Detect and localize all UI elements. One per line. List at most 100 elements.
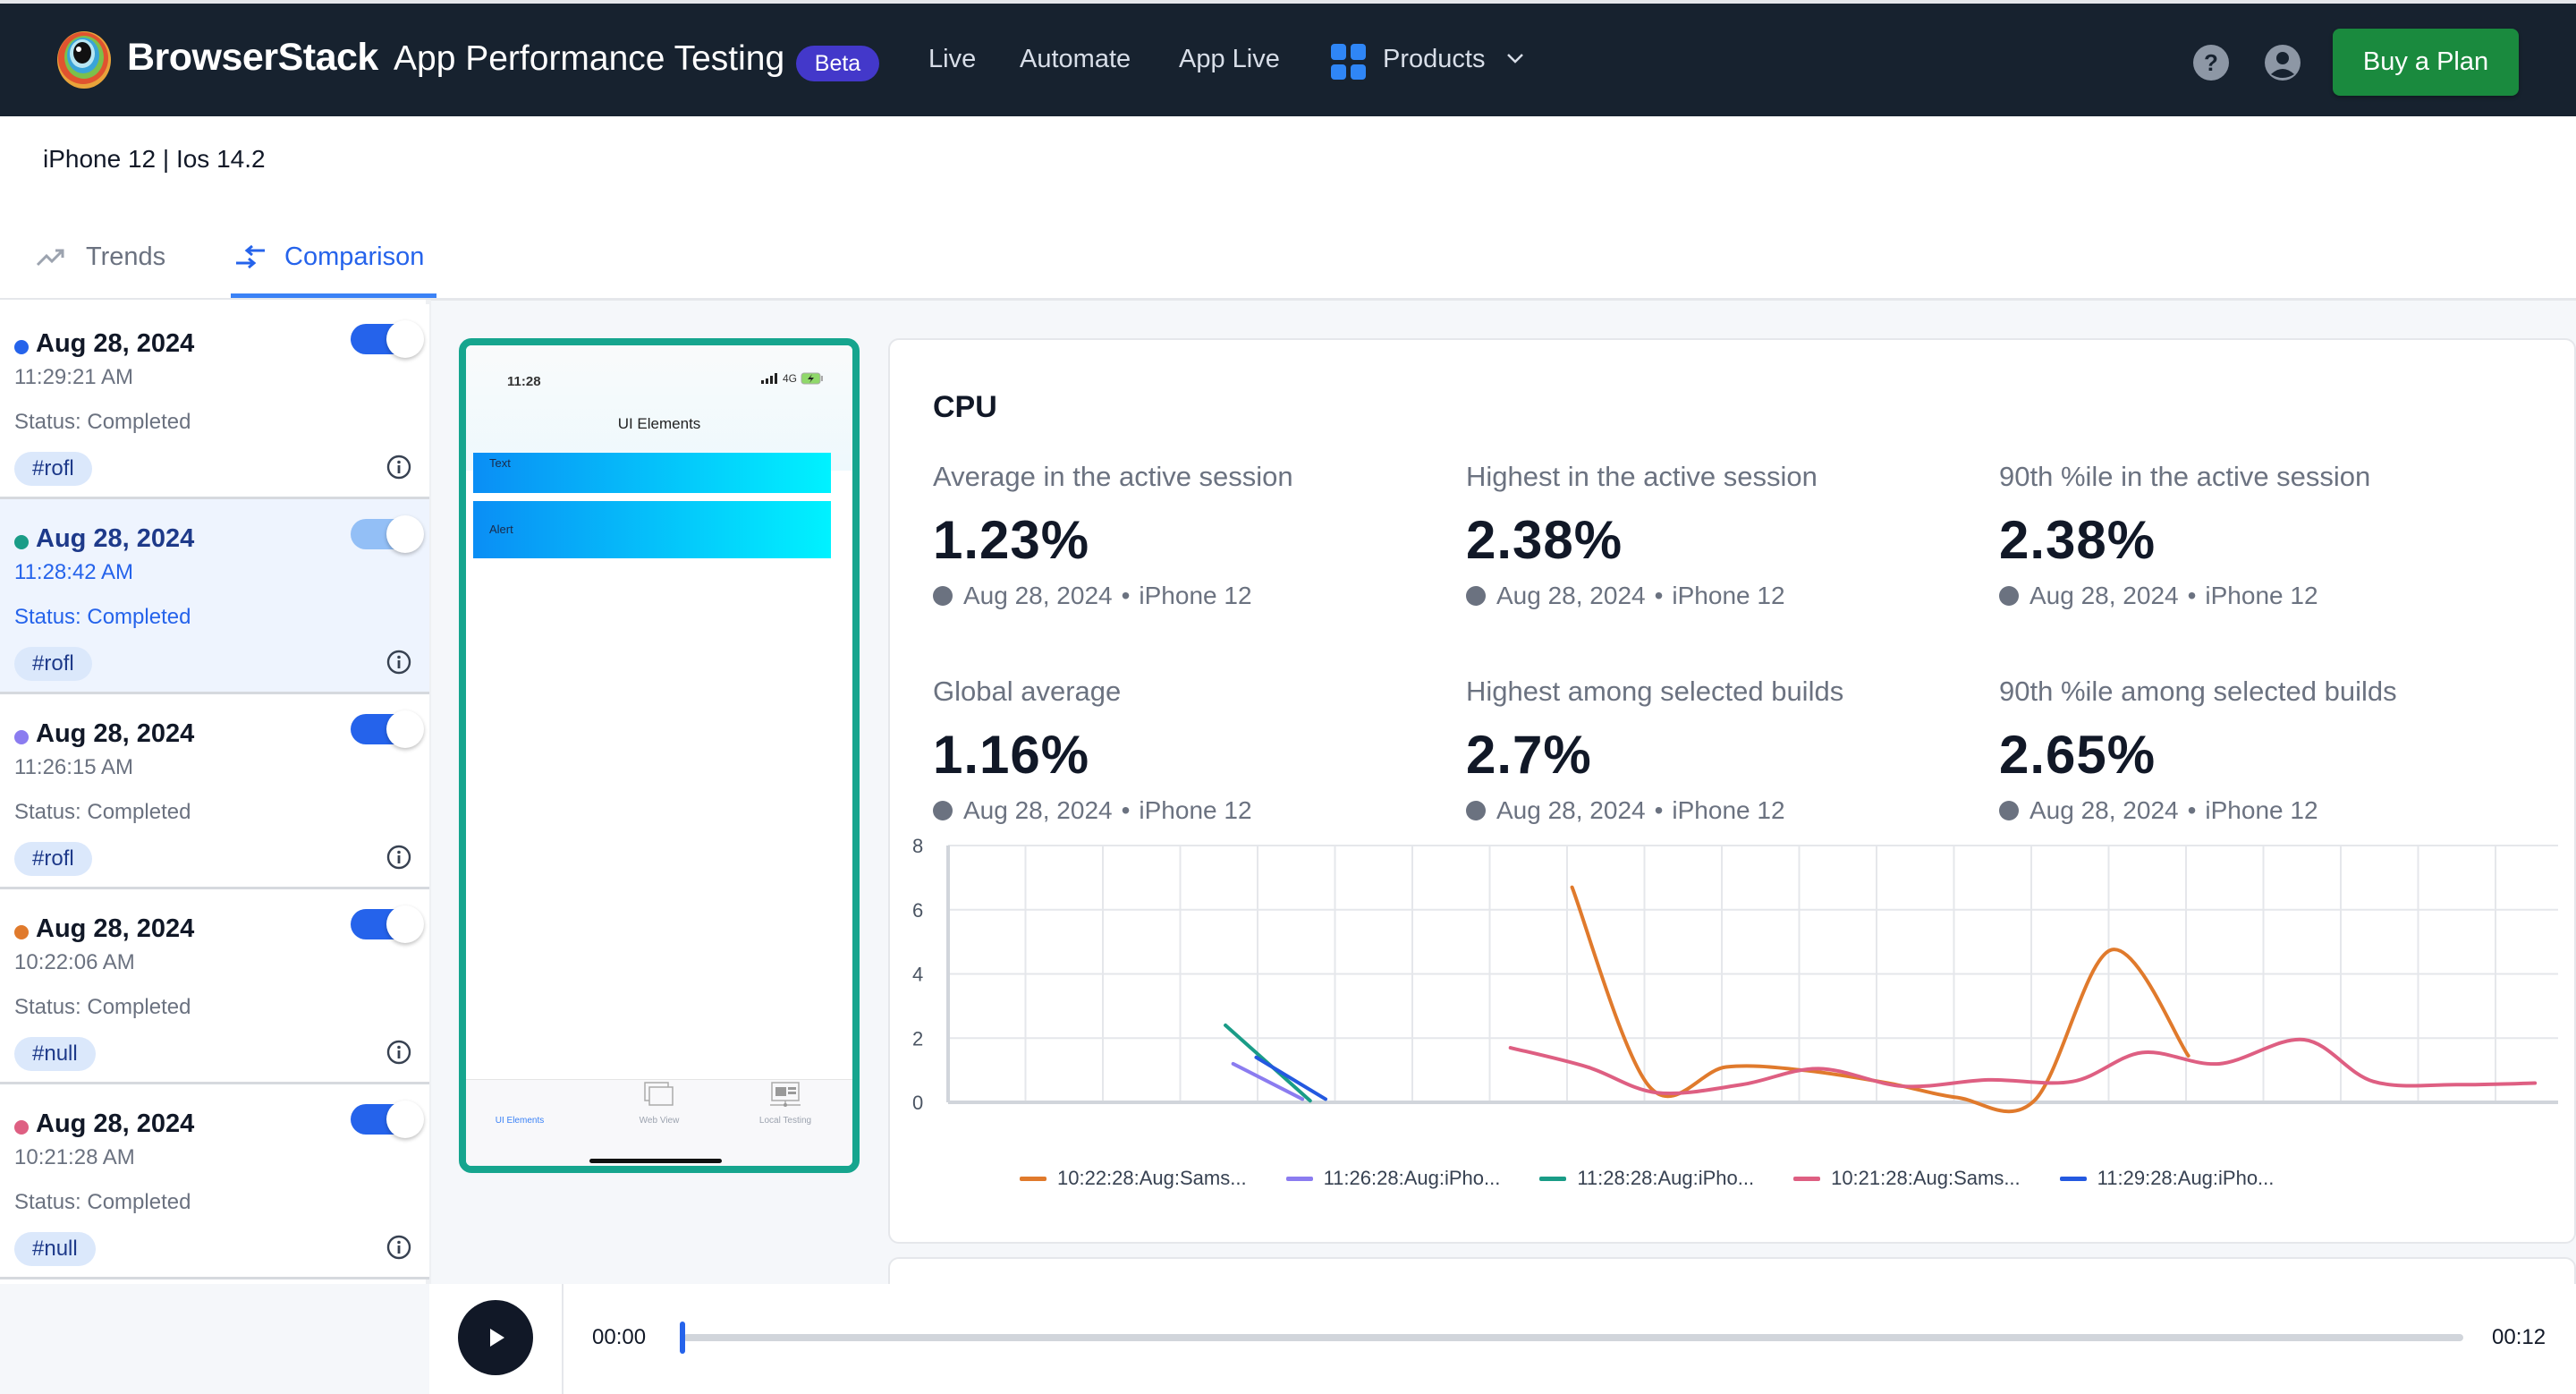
stat-value: 2.38% [1466, 510, 1623, 570]
series-line[interactable] [1508, 1037, 2538, 1095]
build-visibility-toggle[interactable] [351, 515, 424, 553]
meta-separator: • [1654, 582, 1664, 609]
y-tick-label: 0 [912, 1092, 923, 1114]
stat-date: Aug 28, 2024 [2029, 796, 2179, 824]
legend-item[interactable]: 10:21:28:Aug:Sams... [1793, 1167, 2021, 1190]
legend-item[interactable]: 11:28:28:Aug:iPho... [1539, 1167, 1754, 1190]
web-view-icon [644, 1082, 674, 1106]
cpu-line-chart: 0 2 4 6 8 [912, 835, 2558, 1114]
info-icon[interactable] [386, 845, 411, 870]
nav-live[interactable]: Live [928, 45, 976, 74]
y-tick-label: 6 [912, 899, 923, 922]
nav-app-live[interactable]: App Live [1179, 45, 1280, 74]
legend-swatch [1285, 1176, 1313, 1181]
stat-value: 1.23% [933, 510, 1090, 570]
stat-dot [1466, 801, 1486, 820]
brand-name[interactable]: BrowserStack [127, 36, 378, 80]
stat-date: Aug 28, 2024 [1496, 796, 1646, 824]
y-tick-label: 2 [912, 1027, 923, 1050]
stat-date: Aug 28, 2024 [2029, 582, 2179, 609]
info-icon[interactable] [386, 455, 411, 480]
build-date: Aug 28, 2024 [36, 719, 195, 748]
legend-label: 10:22:28:Aug:Sams... [1057, 1167, 1247, 1189]
network-type: 4G [783, 372, 798, 385]
toggle-knob [386, 1101, 424, 1138]
stat-value: 2.65% [1999, 725, 2157, 785]
build-tag[interactable]: #null [14, 1037, 96, 1071]
build-visibility-toggle[interactable] [351, 905, 424, 943]
nav-products[interactable]: Products [1383, 45, 1485, 74]
browserstack-logo-icon[interactable] [55, 30, 113, 89]
meta-separator: • [2187, 582, 2197, 609]
beta-badge: Beta [796, 46, 879, 81]
legend-item[interactable]: 11:26:28:Aug:iPho... [1285, 1167, 1500, 1190]
build-tag[interactable]: #null [14, 1232, 96, 1266]
toggle-knob [386, 320, 424, 358]
build-date: Aug 28, 2024 [36, 914, 195, 943]
series-line[interactable] [1570, 885, 2190, 1114]
stat-meta: Aug 28, 2024 • iPhone 12 [1999, 796, 2518, 825]
tab-comparison[interactable]: Comparison [234, 224, 424, 291]
stat-device: iPhone 12 [2205, 582, 2318, 609]
cpu-stat: Highest in the active session 2.38% Aug 28… [1466, 461, 1985, 610]
legend-swatch [1539, 1176, 1567, 1181]
legend-label: 10:21:28:Aug:Sams... [1831, 1167, 2021, 1189]
chevron-down-icon[interactable] [1505, 48, 1525, 68]
nav-automate[interactable]: Automate [1020, 45, 1131, 74]
stat-date: Aug 28, 2024 [963, 582, 1113, 609]
build-visibility-toggle[interactable] [351, 1101, 424, 1138]
build-time: 10:21:28 AM [14, 1145, 135, 1169]
player-divider [562, 1284, 564, 1394]
info-icon[interactable] [386, 1235, 411, 1260]
build-tag[interactable]: #rofl [14, 842, 92, 876]
legend-label: 11:29:28:Aug:iPho... [2097, 1167, 2275, 1189]
stat-device: iPhone 12 [1672, 796, 1785, 824]
phone-list-row-text: Text [473, 453, 831, 493]
build-item[interactable]: Aug 28, 2024 11:28:42 AM Status: Completed… [0, 499, 429, 694]
build-item[interactable]: Aug 28, 2024 10:21:28 AM Status: Completed… [0, 1084, 429, 1279]
legend-item[interactable]: 10:22:28:Aug:Sams... [1020, 1167, 1247, 1190]
build-status: Status: Completed [14, 800, 191, 824]
play-button[interactable] [458, 1300, 533, 1375]
stat-device: iPhone 12 [1672, 582, 1785, 609]
tab-trends-label: Trends [86, 242, 166, 271]
seek-bar[interactable] [683, 1334, 2463, 1341]
help-icon[interactable]: ? [2192, 44, 2230, 81]
build-color-dot [14, 340, 29, 354]
user-account-icon[interactable] [2264, 44, 2301, 81]
info-icon[interactable] [386, 650, 411, 675]
stat-meta: Aug 28, 2024 • iPhone 12 [933, 796, 1452, 825]
build-visibility-toggle[interactable] [351, 710, 424, 748]
phone-clock: 11:28 [507, 374, 541, 389]
build-item[interactable]: Aug 28, 2024 11:26:15 AM Status: Completed… [0, 694, 429, 889]
build-tag[interactable]: #rofl [14, 452, 92, 486]
series-line[interactable] [1231, 1061, 1305, 1101]
stat-label: 90th %ile among selected builds [1999, 676, 2397, 707]
legend-item[interactable]: 11:29:28:Aug:iPho... [2059, 1167, 2275, 1190]
toggle-knob [386, 710, 424, 748]
legend-label: 11:28:28:Aug:iPho... [1577, 1167, 1755, 1189]
seek-handle[interactable] [680, 1322, 685, 1354]
stat-label: 90th %ile in the active session [1999, 461, 2371, 492]
build-tag[interactable]: #rofl [14, 647, 92, 681]
tab-trends[interactable]: Trends [36, 224, 165, 291]
info-icon[interactable] [386, 1040, 411, 1065]
cpu-title: CPU [933, 390, 997, 424]
play-icon [490, 1329, 504, 1347]
phone-tab-web-view: Web View [639, 1116, 680, 1126]
cpu-stat: Global average 1.16% Aug 28, 2024 • iPhone 1… [933, 676, 1452, 825]
page-subheader: iPhone 12 | Ios 14.2 Trends Comparison [0, 116, 2576, 301]
build-item[interactable]: Aug 28, 2024 10:22:06 AM Status: Completed… [0, 889, 429, 1084]
build-date: Aug 28, 2024 [36, 329, 195, 358]
signal-bars-icon [761, 373, 777, 384]
build-item[interactable]: Aug 28, 2024 11:29:21 AM Status: Completed… [0, 304, 429, 499]
battery-charging-icon [801, 372, 824, 385]
stat-meta: Aug 28, 2024 • iPhone 12 [1466, 796, 1985, 825]
tab-comparison-label: Comparison [284, 242, 425, 271]
stat-device: iPhone 12 [1139, 796, 1252, 824]
legend-swatch [1793, 1176, 1821, 1181]
buy-a-plan-button[interactable]: Buy a Plan [2333, 29, 2519, 96]
build-visibility-toggle[interactable] [351, 320, 424, 358]
product-name: App Performance Testing [394, 39, 785, 78]
products-grid-icon [1331, 44, 1367, 80]
